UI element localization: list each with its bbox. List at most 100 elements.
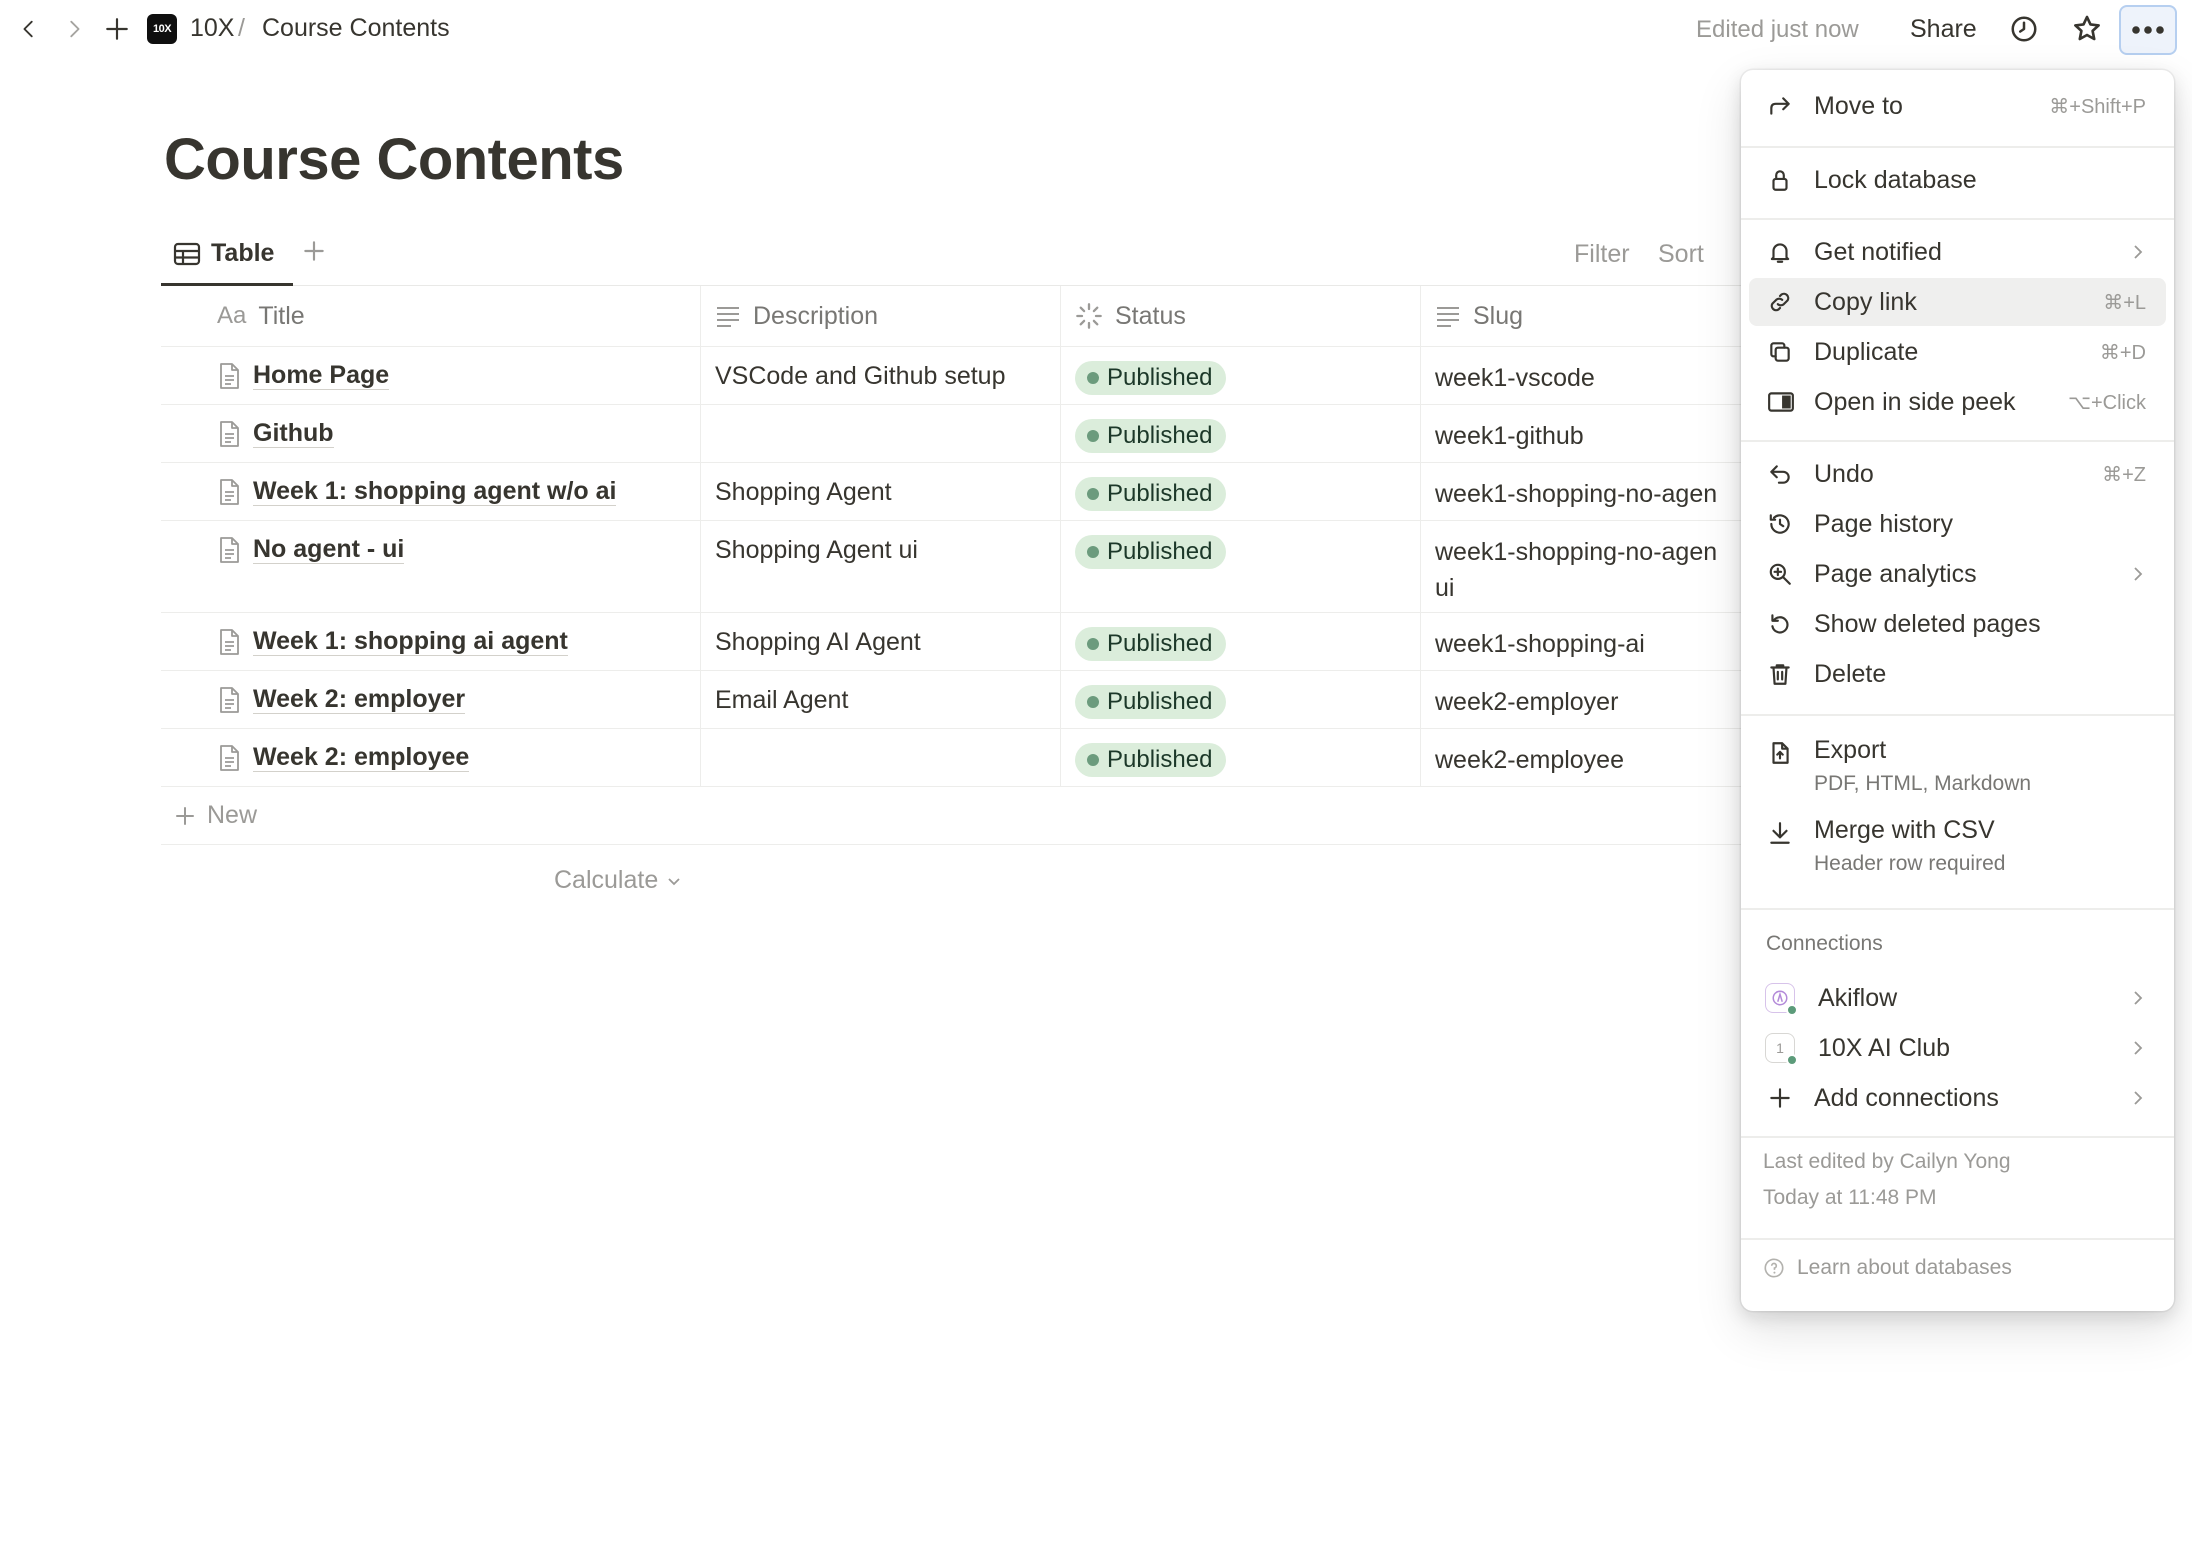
menu-item-delete[interactable]: Delete (1749, 650, 2166, 698)
menu-item-page-analytics[interactable]: Page analytics (1749, 550, 2166, 598)
cell-description[interactable] (701, 729, 1061, 786)
menu-item-page-history[interactable]: Page history (1749, 500, 2166, 548)
chevron-left-icon (23, 20, 33, 38)
status-loader-icon (1076, 303, 1102, 329)
cell-title[interactable]: Week 1: shopping ai agent (161, 613, 701, 670)
cell-description[interactable]: VSCode and Github setup (701, 347, 1061, 404)
column-header-description[interactable]: Description (701, 286, 1061, 346)
row-title[interactable]: No agent - ui (253, 535, 405, 564)
menu-item-description: Header row required (1814, 852, 2006, 875)
menu-item-add-connections[interactable]: Add connections (1749, 1074, 2166, 1122)
table-row[interactable]: Home Page VSCode and Github setup Publishe… (161, 347, 1741, 405)
cell-slug[interactable]: week1-vscode (1421, 347, 1741, 404)
menu-item-show-deleted-pages[interactable]: Show deleted pages (1749, 600, 2166, 648)
connection-10x-ai-club[interactable]: 1 10X AI Club (1749, 1024, 2166, 1072)
menu-item-open-side-peek[interactable]: Open in side peek ⌥+Click (1749, 378, 2166, 426)
row-title[interactable]: Week 1: shopping agent w/o ai (253, 477, 617, 506)
menu-item-export[interactable]: Export PDF, HTML, Markdown (1749, 724, 2166, 796)
menu-divider (1741, 908, 2174, 910)
text-lines-icon (717, 307, 739, 327)
menu-divider (1741, 146, 2174, 148)
menu-item-merge-csv[interactable]: Merge with CSV Header row required (1749, 804, 2166, 876)
menu-item-undo[interactable]: Undo ⌘+Z (1749, 450, 2166, 498)
menu-divider (1741, 440, 2174, 442)
cell-slug[interactable]: week2-employee (1421, 729, 1741, 786)
back-button[interactable] (10, 10, 48, 48)
menu-item-label: Undo (1814, 459, 1874, 488)
share-button[interactable]: Share (1910, 15, 1977, 44)
calculate-button[interactable]: Calculate (554, 866, 682, 895)
new-page-button[interactable] (98, 10, 136, 48)
page-title[interactable]: Course Contents (164, 126, 624, 193)
cell-description[interactable]: Email Agent (701, 671, 1061, 728)
cell-description[interactable]: Shopping Agent ui (701, 521, 1061, 612)
column-header-title[interactable]: Aa Title (161, 286, 701, 346)
table-row[interactable]: Week 2: employee Published week2-employee (161, 729, 1741, 787)
row-title[interactable]: Week 2: employer (253, 685, 466, 714)
menu-item-copy-link[interactable]: Copy link ⌘+L (1749, 278, 2166, 326)
cell-status[interactable]: Published (1061, 463, 1421, 520)
row-title[interactable]: Home Page (253, 361, 390, 390)
filter-button[interactable]: Filter (1574, 240, 1630, 269)
workspace-logo[interactable]: 10X (147, 14, 177, 44)
cell-status[interactable]: Published (1061, 613, 1421, 670)
connection-akiflow[interactable]: Akiflow (1749, 974, 2166, 1022)
cell-title[interactable]: Github (161, 405, 701, 462)
more-options-button[interactable] (2119, 5, 2177, 55)
cell-title[interactable]: Week 2: employer (161, 671, 701, 728)
status-badge: Published (1075, 627, 1227, 661)
cell-slug[interactable]: week1-github (1421, 405, 1741, 462)
add-view-button[interactable] (301, 238, 327, 264)
cell-status[interactable]: Published (1061, 671, 1421, 728)
cell-title[interactable]: Home Page (161, 347, 701, 404)
breadcrumb-workspace[interactable]: 10X (190, 14, 234, 43)
learn-about-databases-link[interactable]: Learn about databases (1763, 1256, 2012, 1280)
menu-item-get-notified[interactable]: Get notified (1749, 228, 2166, 276)
cell-status[interactable]: Published (1061, 405, 1421, 462)
row-title[interactable]: Github (253, 419, 334, 448)
row-title[interactable]: Week 1: shopping ai agent (253, 627, 568, 656)
bell-icon (1770, 243, 1790, 263)
table-row[interactable]: Week 2: employer Email Agent Published week… (161, 671, 1741, 729)
cell-status[interactable]: Published (1061, 347, 1421, 404)
page-icon (217, 478, 241, 506)
cell-title[interactable]: No agent - ui (161, 521, 701, 612)
menu-item-label: Page history (1814, 509, 1953, 538)
favorite-button[interactable] (2068, 10, 2106, 48)
cell-slug[interactable]: week1-shopping-no-agen (1421, 463, 1741, 520)
sort-button[interactable]: Sort (1658, 240, 1704, 269)
row-title[interactable]: Week 2: employee (253, 743, 470, 772)
trash-icon (1770, 664, 1790, 685)
arrow-turn-right-icon (1770, 97, 1790, 115)
cell-title[interactable]: Week 1: shopping agent w/o ai (161, 463, 701, 520)
cell-description[interactable]: Shopping Agent (701, 463, 1061, 520)
table-row[interactable]: Week 1: shopping ai agent Shopping AI Age… (161, 613, 1741, 671)
table-row[interactable]: Github Published week1-github (161, 405, 1741, 463)
tab-table[interactable]: Table (161, 224, 293, 286)
cell-slug[interactable]: week1-shopping-ai (1421, 613, 1741, 670)
updates-button[interactable] (2005, 10, 2043, 48)
menu-item-lock-database[interactable]: Lock database (1749, 156, 2166, 204)
table-row[interactable]: No agent - ui Shopping Agent ui Published w… (161, 521, 1741, 613)
menu-item-label: Duplicate (1814, 337, 1919, 366)
cell-title[interactable]: Week 2: employee (161, 729, 701, 786)
cell-status[interactable]: Published (1061, 521, 1421, 612)
menu-item-duplicate[interactable]: Duplicate ⌘+D (1749, 328, 2166, 376)
cell-status[interactable]: Published (1061, 729, 1421, 786)
menu-item-label: Add connections (1814, 1083, 1999, 1112)
cell-slug[interactable]: week1-shopping-no-agen ui (1421, 521, 1741, 612)
menu-item-move-to[interactable]: Move to ⌘+Shift+P (1749, 82, 2166, 130)
status-label: Published (1107, 422, 1213, 449)
column-header-slug[interactable]: Slug (1421, 286, 1741, 346)
cell-description[interactable] (701, 405, 1061, 462)
column-header-status[interactable]: Status (1061, 286, 1421, 346)
menu-item-label: Lock database (1814, 165, 1977, 194)
breadcrumb-page[interactable]: Course Contents (262, 14, 450, 43)
table-row[interactable]: Week 1: shopping agent w/o ai Shopping Ag… (161, 463, 1741, 521)
connected-status-dot (1786, 1054, 1798, 1066)
new-row-button[interactable]: New (161, 787, 1741, 845)
cell-description[interactable]: Shopping AI Agent (701, 613, 1061, 670)
cell-slug[interactable]: week2-employer (1421, 671, 1741, 728)
page-icon (217, 628, 241, 656)
forward-button[interactable] (55, 10, 93, 48)
